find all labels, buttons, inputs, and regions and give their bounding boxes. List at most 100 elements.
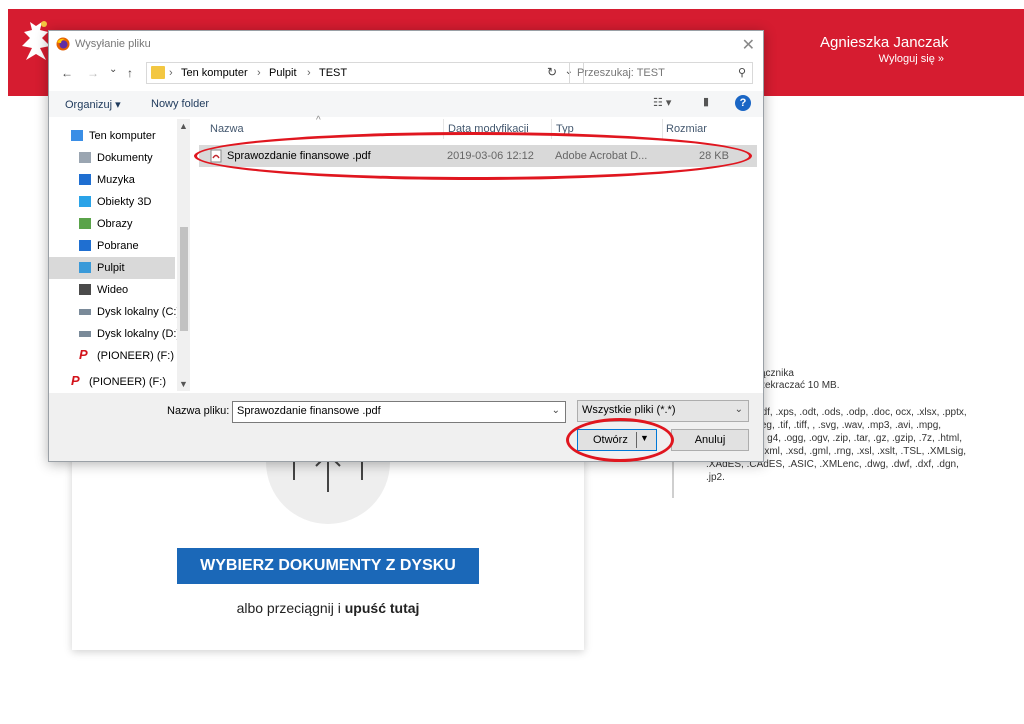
sidebar-item-desktop[interactable]: Pulpit [49, 257, 175, 279]
pictures-icon [79, 218, 91, 229]
sidebar-item-label: Obiekty 3D [97, 196, 152, 208]
search-icon[interactable]: ⚲ [738, 66, 746, 79]
sidebar-item-documents[interactable]: Dokumenty [49, 147, 175, 169]
user-name: Agnieszka Janczak [820, 34, 949, 51]
pioneer-icon: P [79, 347, 88, 362]
open-dropdown-icon[interactable]: ▼ [640, 433, 649, 443]
column-separator [662, 119, 663, 139]
dialog-footer: Nazwa pliku: Sprawozdanie finansowe .pdf… [49, 393, 763, 461]
view-options-icon[interactable]: ☷ ▾ [653, 96, 671, 109]
file-row[interactable]: Sprawozdanie finansowe .pdf 2019-03-06 1… [199, 145, 757, 167]
file-modified: 2019-03-06 12:12 [447, 150, 534, 162]
dialog-toolbar: Organizuj ▾ Nowy folder ☷ ▾ ▮ ? [49, 91, 763, 117]
recent-locations-icon[interactable]: ⌄ [109, 64, 117, 75]
sidebar-item-label: Dysk lokalny (C:) [97, 306, 177, 318]
sidebar-item-label: Ten komputer [89, 130, 156, 142]
navigation-pane: Ten komputer Dokumenty Muzyka Obiekty 3D… [49, 119, 181, 391]
column-size[interactable]: Rozmiar [666, 123, 707, 135]
sidebar-item-pioneer-f-root[interactable]: P (PIONEER) (F:) [49, 371, 175, 393]
column-modified[interactable]: Data modyfikacji [448, 123, 529, 135]
attachment-title: ącznika [760, 368, 794, 379]
navigation-scrollbar[interactable]: ▲ ▼ [177, 119, 190, 391]
address-bar[interactable]: › Ten komputer › Pulpit › TEST ⌄ [146, 62, 584, 84]
navigation-bar: ← → ⌄ ↑ › Ten komputer › Pulpit › TEST ⌄… [49, 59, 763, 87]
filename-value: Sprawozdanie finansowe .pdf [237, 405, 381, 417]
column-type[interactable]: Typ [556, 123, 574, 135]
scroll-up-icon[interactable]: ▲ [179, 121, 188, 131]
sidebar-item-label: Wideo [97, 284, 129, 296]
filename-input[interactable]: Sprawozdanie finansowe .pdf ⌄ [232, 401, 566, 423]
dialog-title: Wysyłanie pliku [75, 38, 151, 50]
sidebar-item-downloads[interactable]: Pobrane [49, 235, 175, 257]
sidebar-item-label: Dysk lokalny (D:) [97, 328, 177, 340]
sidebar-item-3d-objects[interactable]: Obiekty 3D [49, 191, 175, 213]
breadcrumb-sep: › [257, 67, 261, 79]
sidebar-item-drive-d[interactable]: Dysk lokalny (D:) [49, 323, 177, 345]
cancel-button[interactable]: Anuluj [671, 429, 749, 451]
drop-zone-text: albo przeciągnij i upuść tutaj [177, 600, 479, 616]
drive-icon [79, 331, 91, 337]
file-type-select[interactable]: Wszystkie pliki (*.*) ⌄ [577, 400, 749, 422]
close-icon[interactable]: ✕ [742, 35, 755, 55]
scroll-down-icon[interactable]: ▼ [179, 379, 188, 389]
dialog-titlebar[interactable]: Wysyłanie pliku ✕ [49, 31, 763, 57]
computer-icon [71, 130, 83, 141]
chevron-down-icon[interactable]: ⌄ [552, 405, 560, 416]
file-type-value: Wszystkie pliki (*.*) [582, 404, 676, 416]
file-type: Adobe Acrobat D... [555, 150, 648, 162]
sidebar-item-pictures[interactable]: Obrazy [49, 213, 175, 235]
organize-button[interactable]: Organizuj ▾ [65, 98, 121, 111]
scroll-thumb[interactable] [180, 227, 188, 331]
video-icon [79, 284, 91, 295]
preview-pane-icon[interactable]: ▮ [703, 95, 709, 108]
objects-3d-icon [79, 196, 91, 207]
sidebar-item-label: Pulpit [97, 262, 125, 274]
music-icon [79, 174, 91, 185]
drop-bold: upuść tutaj [344, 600, 420, 616]
breadcrumb-desktop[interactable]: Pulpit [269, 67, 297, 79]
filename-label: Nazwa pliku: [167, 405, 230, 417]
file-name: Sprawozdanie finansowe .pdf [227, 150, 371, 162]
pdf-file-icon [210, 149, 222, 163]
cancel-button-label: Anuluj [694, 434, 726, 446]
folder-icon [151, 66, 165, 79]
search-box[interactable]: Przeszukaj: TEST ⚲ [569, 62, 753, 84]
sidebar-item-label: Muzyka [97, 174, 135, 186]
desktop-icon [79, 262, 91, 273]
back-arrow-icon[interactable]: ← [61, 66, 73, 80]
breadcrumb-sep: › [307, 67, 311, 79]
sidebar-item-label: Dokumenty [97, 152, 153, 164]
split-divider [636, 432, 637, 448]
column-separator [443, 119, 444, 139]
sidebar-item-music[interactable]: Muzyka [49, 169, 175, 191]
choose-documents-button[interactable]: WYBIERZ DOKUMENTY Z DYSKU [177, 548, 479, 584]
breadcrumb-computer[interactable]: Ten komputer [181, 67, 248, 79]
sidebar-item-this-pc[interactable]: Ten komputer [49, 125, 175, 147]
drive-icon [79, 309, 91, 315]
open-button-label: Otwórz [593, 434, 628, 446]
sidebar-item-label: (PIONEER) (F:) [89, 376, 166, 388]
search-input[interactable]: Przeszukaj: TEST [577, 67, 665, 79]
refresh-icon[interactable]: ↻ [542, 62, 562, 82]
forward-arrow-icon[interactable]: → [87, 66, 99, 80]
new-folder-button[interactable]: Nowy folder [151, 98, 209, 110]
sidebar-item-label: Obrazy [97, 218, 133, 230]
logout-link[interactable]: Wyloguj się » [879, 53, 944, 65]
sidebar-item-videos[interactable]: Wideo [49, 279, 175, 301]
sidebar-item-label: (PIONEER) (F:) [97, 350, 174, 362]
firefox-icon [56, 37, 70, 51]
sort-ascending-icon: ^ [316, 115, 321, 126]
chevron-down-icon[interactable]: ⌄ [735, 404, 743, 415]
breadcrumb-test[interactable]: TEST [319, 67, 347, 79]
file-list-header: ^ Nazwa Data modyfikacji Typ Rozmiar [194, 115, 734, 139]
open-button[interactable]: Otwórz ▼ [577, 429, 657, 451]
help-icon[interactable]: ? [735, 95, 751, 111]
up-arrow-icon[interactable]: ↑ [127, 66, 133, 80]
breadcrumb-sep: › [169, 67, 173, 79]
sidebar-item-label: Pobrane [97, 240, 139, 252]
sidebar-item-pioneer-f[interactable]: P (PIONEER) (F:) [49, 345, 175, 367]
file-upload-dialog: Wysyłanie pliku ✕ ← → ⌄ ↑ › Ten komputer… [48, 30, 764, 462]
sidebar-item-drive-c[interactable]: Dysk lokalny (C:) [49, 301, 177, 323]
column-name[interactable]: Nazwa [210, 123, 244, 135]
documents-icon [79, 152, 91, 163]
